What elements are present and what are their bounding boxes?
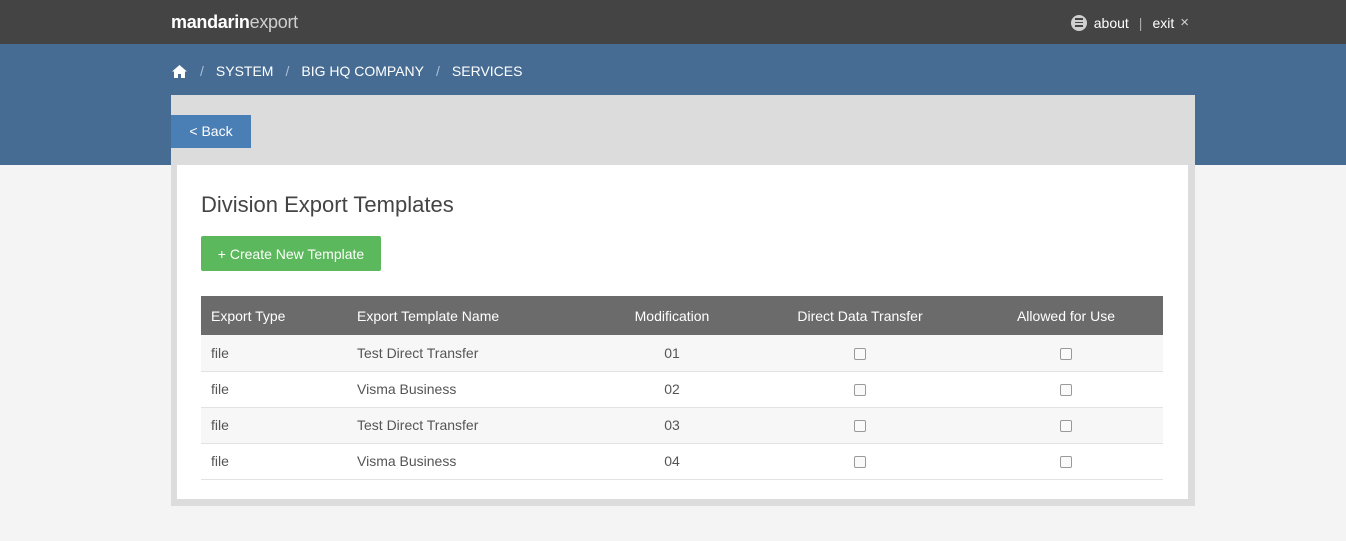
menu-icon[interactable] (1070, 14, 1087, 31)
breadcrumb-item-system[interactable]: SYSTEM (216, 63, 274, 79)
allowed-checkbox[interactable] (1060, 348, 1072, 361)
column-header-modification[interactable]: Modification (593, 296, 751, 335)
exit-link[interactable]: exit (1152, 15, 1174, 31)
logo-light-text: export (249, 12, 299, 32)
column-header-export-type[interactable]: Export Type (201, 296, 347, 335)
top-bar: mandarinexport about | exit × (0, 0, 1346, 44)
templates-card: Division Export Templates + Create New T… (177, 165, 1188, 499)
breadcrumb-separator: / (436, 63, 440, 79)
cell-template-name[interactable]: Test Direct Transfer (347, 407, 593, 443)
content-panel: < Back Division Export Templates + Creat… (171, 95, 1195, 506)
column-header-direct-transfer[interactable]: Direct Data Transfer (751, 296, 969, 335)
direct-transfer-checkbox[interactable] (854, 420, 866, 433)
cell-template-name[interactable]: Visma Business (347, 371, 593, 407)
home-icon[interactable] (171, 64, 188, 79)
column-header-template-name[interactable]: Export Template Name (347, 296, 593, 335)
table-row[interactable]: file Test Direct Transfer 03 (201, 407, 1163, 443)
column-header-allowed[interactable]: Allowed for Use (969, 296, 1163, 335)
cell-modification: 03 (664, 417, 680, 433)
breadcrumb: / SYSTEM / BIG HQ COMPANY / SERVICES (171, 63, 522, 79)
allowed-checkbox[interactable] (1060, 384, 1072, 397)
table-row[interactable]: file Visma Business 02 (201, 371, 1163, 407)
cell-modification: 02 (664, 381, 680, 397)
table-header-row: Export Type Export Template Name Modific… (201, 296, 1163, 335)
cell-export-type: file (211, 381, 229, 397)
logo-bold-text: mandarin (171, 12, 250, 32)
breadcrumb-item-services[interactable]: SERVICES (452, 63, 523, 79)
cell-template-name[interactable]: Test Direct Transfer (347, 335, 593, 371)
breadcrumb-separator: / (285, 63, 290, 79)
close-icon[interactable]: × (1180, 14, 1189, 31)
cell-template-name[interactable]: Visma Business (347, 443, 593, 479)
back-button[interactable]: < Back (171, 115, 251, 148)
cell-modification: 01 (664, 344, 680, 361)
top-links: about | exit × (1070, 14, 1189, 31)
allowed-checkbox[interactable] (1060, 456, 1072, 469)
create-template-button[interactable]: + Create New Template (201, 236, 381, 271)
direct-transfer-checkbox[interactable] (854, 348, 866, 361)
about-link[interactable]: about (1094, 15, 1129, 31)
templates-table: Export Type Export Template Name Modific… (201, 296, 1163, 480)
breadcrumb-item-company[interactable]: BIG HQ COMPANY (301, 63, 424, 79)
page-title: Division Export Templates (201, 192, 454, 217)
allowed-checkbox[interactable] (1060, 420, 1072, 433)
app-logo[interactable]: mandarinexport (171, 12, 298, 33)
breadcrumb-separator: / (200, 63, 204, 79)
table-row[interactable]: file Test Direct Transfer 01 (201, 335, 1163, 371)
cell-export-type: file (211, 417, 229, 433)
top-links-separator: | (1138, 14, 1143, 31)
cell-export-type: file (211, 453, 229, 469)
direct-transfer-checkbox[interactable] (854, 384, 866, 397)
table-row[interactable]: file Visma Business 04 (201, 443, 1163, 479)
cell-modification: 04 (664, 453, 680, 469)
cell-export-type: file (211, 344, 229, 361)
direct-transfer-checkbox[interactable] (854, 456, 866, 469)
